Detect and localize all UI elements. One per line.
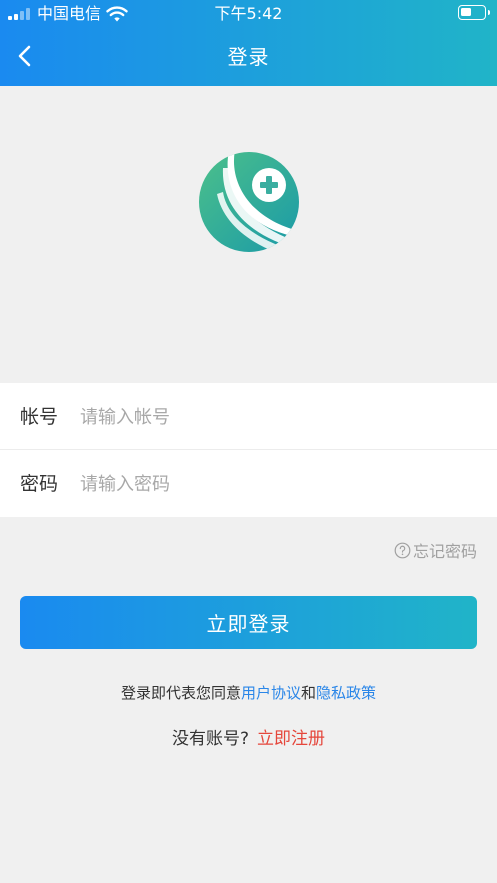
page-title: 登录 — [227, 45, 270, 69]
register-prompt-text: 没有账号? — [171, 729, 250, 749]
agreement-text: 登录即代表您同意用户协议和隐私政策 — [0, 681, 497, 705]
forgot-password-link[interactable]: 忘记密码 — [394, 538, 477, 562]
app-logo-icon — [199, 152, 299, 252]
battery-icon — [458, 5, 490, 20]
account-input[interactable] — [80, 397, 470, 437]
forgot-password-label: 忘记密码 — [412, 542, 477, 561]
account-row: 帐号 — [0, 383, 497, 450]
logo-area — [0, 86, 497, 383]
register-link[interactable]: 立即注册 — [257, 729, 325, 749]
status-time: 下午5:42 — [214, 4, 283, 23]
question-circle-icon — [394, 542, 411, 558]
agreement-prefix: 登录即代表您同意 — [120, 684, 241, 702]
privacy-policy-link[interactable]: 隐私政策 — [316, 684, 376, 702]
agreement-conjunction: 和 — [301, 684, 317, 702]
password-row: 密码 — [0, 450, 497, 517]
status-bar: 中国电信 下午5:42 — [0, 0, 497, 30]
account-label: 帐号 — [20, 406, 59, 428]
register-prompt: 没有账号? 立即注册 — [0, 726, 497, 752]
login-form: 帐号 密码 — [0, 383, 497, 517]
app-header: 中国电信 下午5:42 登录 — [0, 0, 497, 86]
password-label: 密码 — [20, 473, 59, 495]
password-input[interactable] — [80, 464, 470, 504]
user-agreement-link[interactable]: 用户协议 — [241, 684, 301, 702]
login-button[interactable]: 立即登录 — [20, 596, 477, 649]
